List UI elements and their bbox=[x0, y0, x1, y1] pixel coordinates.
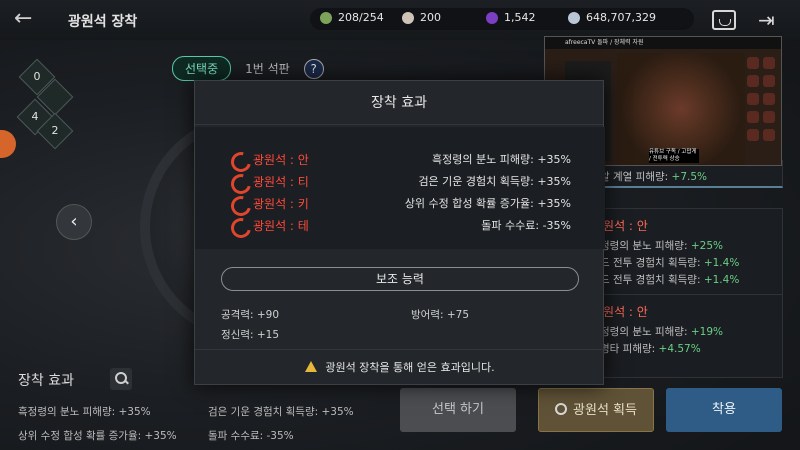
rune-card-title: 광원석 : 안 bbox=[592, 305, 648, 319]
effect-item: 흑정령의 분노 피해량: +35% bbox=[18, 406, 151, 418]
stat-attack: 공격력: +90 bbox=[221, 309, 280, 321]
stream-rune-grid bbox=[747, 57, 777, 157]
equip-effects-label: 장착 효과 bbox=[18, 373, 74, 389]
rune-row: 광원석 : 키 상위 수정 합성 확률 증가율: +35% bbox=[231, 195, 571, 213]
acquire-icon bbox=[555, 403, 568, 415]
rune-row: 광원석 : 티 검은 기운 경험치 획득량: +35% bbox=[231, 173, 571, 191]
mailbox-icon[interactable] bbox=[712, 10, 736, 30]
stream-header: afreecaTV 돌파 / 장체력 자원 bbox=[545, 37, 781, 49]
rune-icon bbox=[231, 174, 245, 188]
effect-item: 돌파 수수료: -35% bbox=[208, 430, 294, 442]
search-icon[interactable] bbox=[110, 368, 132, 390]
rune-icon bbox=[231, 196, 245, 210]
tab-slate-1[interactable]: 1번 석판 bbox=[245, 60, 290, 77]
help-icon[interactable]: ? bbox=[303, 58, 324, 79]
exit-icon[interactable]: ⇥ bbox=[758, 8, 778, 32]
green-gem-icon bbox=[320, 11, 332, 24]
select-button[interactable]: 선택 하기 bbox=[400, 388, 516, 432]
modal-rune-list: 광원석 : 안 흑정령의 분노 피해량: +35% 광원석 : 티 검은 기운 … bbox=[195, 127, 605, 249]
stat-spirit: 정신력: +15 bbox=[221, 329, 280, 341]
resource-purple-orb: 1,542 bbox=[486, 11, 536, 24]
top-bar: ← 광원석 장착 208/254 200 1,542 648,707,329 ⇥ bbox=[0, 0, 800, 40]
stat-defense: 방어력: +75 bbox=[411, 309, 470, 321]
warning-icon bbox=[305, 361, 318, 372]
resource-value: 1,542 bbox=[504, 11, 536, 24]
resource-silver: 648,707,329 bbox=[568, 11, 656, 24]
rune-icon bbox=[231, 152, 245, 166]
slate-tabs: 선택중 1번 석판 ? bbox=[172, 56, 324, 81]
acquire-rune-button[interactable]: 광원석 획득 bbox=[538, 388, 654, 432]
modal-title: 장착 효과 bbox=[195, 81, 603, 125]
resource-pearl: 200 bbox=[402, 11, 441, 24]
tab-selected[interactable]: 선택중 bbox=[172, 56, 232, 81]
effect-item: 검은 기운 경험치 획득량: +35% bbox=[208, 406, 354, 418]
rune-card[interactable]: 광원석 : 안 정령의 분노 피해량: +25% 드 전투 경험치 획득량: +… bbox=[583, 208, 783, 300]
page-title: 광원석 장착 bbox=[68, 14, 138, 30]
rune-icon bbox=[231, 218, 245, 232]
rune-row: 광원석 : 테 돌파 수수료: -35% bbox=[231, 217, 571, 235]
pearl-icon bbox=[402, 11, 414, 24]
rune-card[interactable]: 광원석 : 안 정령의 분노 피해량: +19% 명타 피해량: +4.57% bbox=[583, 294, 783, 378]
purple-orb-icon bbox=[486, 11, 498, 24]
equip-button[interactable]: 착용 bbox=[666, 388, 782, 432]
rune-card-list: 알 계열 피해량: +7.5% 광원석 : 안 정령의 분노 피해량: +25%… bbox=[583, 160, 783, 380]
resource-value: 208/254 bbox=[338, 11, 384, 24]
back-arrow-icon[interactable]: ← bbox=[14, 8, 44, 32]
silver-coin-icon bbox=[568, 11, 580, 24]
effect-item: 상위 수정 합성 확률 증가율: +35% bbox=[18, 430, 177, 442]
assist-ability-header: 보조 능력 bbox=[221, 267, 579, 291]
resource-green-gem: 208/254 bbox=[320, 11, 384, 24]
prev-slate-button[interactable]: ‹ bbox=[56, 204, 92, 240]
stream-badge: 유튜브 구독 / 고맙게 / 전투력 상승 bbox=[649, 149, 699, 163]
modal-notice: 광원석 장착을 통해 얻은 효과입니다. bbox=[195, 349, 605, 385]
resource-value: 200 bbox=[420, 11, 441, 24]
rune-card-title: 광원석 : 안 bbox=[592, 219, 648, 233]
equip-effects-modal: 장착 효과 광원석 : 안 흑정령의 분노 피해량: +35% 광원석 : 티 … bbox=[194, 80, 605, 385]
resource-value: 648,707,329 bbox=[586, 11, 656, 24]
rune-row: 광원석 : 안 흑정령의 분노 피해량: +35% bbox=[231, 151, 571, 169]
